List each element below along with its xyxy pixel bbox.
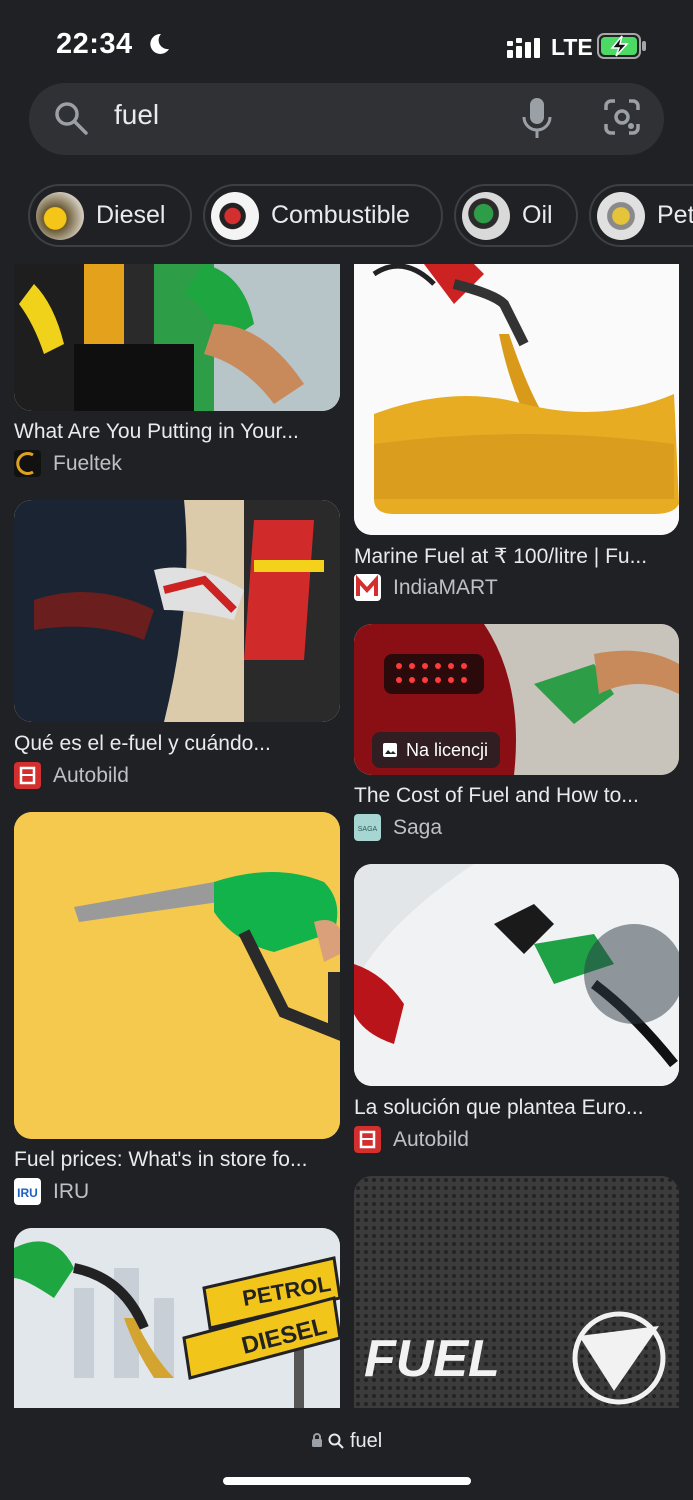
battery-charging-icon bbox=[597, 33, 646, 59]
result-card[interactable]: Marine Fuel at ₹ 100/litre | Fu... India… bbox=[354, 264, 679, 604]
result-image[interactable]: FUEL bbox=[354, 1176, 679, 1408]
source-name: IndiaMART bbox=[393, 575, 498, 599]
source-name: Autobild bbox=[393, 1127, 469, 1151]
badge-label: Na licencji bbox=[406, 739, 489, 760]
svg-text:IRU: IRU bbox=[17, 1186, 38, 1200]
result-source: Autobild bbox=[354, 1126, 469, 1153]
home-indicator[interactable] bbox=[223, 1477, 471, 1485]
source-name: Saga bbox=[393, 815, 443, 839]
moon-icon bbox=[150, 33, 169, 54]
chip-oil[interactable]: Oil bbox=[454, 184, 578, 247]
result-image[interactable] bbox=[354, 264, 679, 535]
svg-text:SAGA: SAGA bbox=[358, 826, 378, 833]
result-card[interactable]: Na licencji The Cost of Fuel and How to.… bbox=[354, 624, 679, 844]
search-icon bbox=[328, 1433, 345, 1449]
chip-label: Diesel bbox=[96, 201, 166, 229]
indiamart-logo-icon bbox=[354, 574, 381, 601]
result-source: Autobild bbox=[14, 762, 129, 789]
chip-thumbnail bbox=[211, 191, 259, 240]
url-display[interactable]: fuel bbox=[0, 1430, 693, 1453]
result-image[interactable]: Na licencji bbox=[354, 624, 679, 775]
result-source: SAGA Saga bbox=[354, 814, 442, 841]
url-text: fuel bbox=[349, 1430, 383, 1452]
result-image[interactable] bbox=[354, 864, 679, 1086]
fuel-logo-text: FUEL bbox=[364, 1330, 500, 1388]
chip-thumbnail bbox=[597, 191, 645, 240]
result-card[interactable]: Qué es el e-fuel y cuándo... Autobild bbox=[14, 500, 340, 790]
source-name: Autobild bbox=[53, 763, 129, 787]
signal-icon bbox=[507, 38, 540, 58]
result-title[interactable]: Marine Fuel at ₹ 100/litre | Fu... bbox=[354, 544, 679, 569]
result-card[interactable]: FUEL bbox=[354, 1176, 679, 1408]
status-bar: 22:34 LTE bbox=[0, 0, 693, 80]
result-image[interactable]: PETROL DIESEL bbox=[14, 1228, 340, 1408]
suggestion-chips: Diesel Combustible Oil Pet bbox=[0, 184, 693, 248]
fueltek-logo-icon bbox=[14, 450, 41, 477]
chip-label: Oil bbox=[522, 201, 553, 229]
result-title[interactable]: Qué es el e-fuel y cuándo... bbox=[14, 732, 340, 756]
image-icon bbox=[383, 743, 397, 757]
saga-logo-icon: SAGA bbox=[354, 814, 381, 841]
chip-thumbnail bbox=[462, 191, 510, 240]
status-time: 22:34 bbox=[56, 28, 133, 60]
chip-petrol[interactable]: Pet bbox=[589, 184, 693, 247]
result-card[interactable]: Fuel prices: What's in store fo... IRU I… bbox=[14, 812, 340, 1212]
result-title[interactable]: The Cost of Fuel and How to... bbox=[354, 784, 679, 808]
autobild-logo-icon bbox=[354, 1126, 381, 1153]
chip-label: Combustible bbox=[271, 201, 410, 229]
lock-icon bbox=[311, 1433, 322, 1447]
chip-label: Pet bbox=[657, 201, 693, 229]
source-name: Fueltek bbox=[53, 451, 122, 475]
result-image[interactable] bbox=[14, 812, 340, 1139]
result-image[interactable] bbox=[14, 500, 340, 722]
image-results-grid: What Are You Putting in Your... Fueltek … bbox=[0, 264, 693, 1408]
result-title[interactable]: Fuel prices: What's in store fo... bbox=[14, 1148, 340, 1172]
result-title[interactable]: La solución que plantea Euro... bbox=[354, 1096, 679, 1120]
chip-thumbnail bbox=[36, 191, 84, 240]
search-icon[interactable] bbox=[53, 100, 89, 136]
search-bar[interactable] bbox=[29, 83, 664, 155]
lens-icon[interactable] bbox=[603, 98, 641, 136]
network-type: LTE bbox=[551, 34, 593, 60]
result-card[interactable]: La solución que plantea Euro... Autobild bbox=[354, 864, 679, 1164]
chip-combustible[interactable]: Combustible bbox=[203, 184, 443, 247]
search-input[interactable] bbox=[114, 99, 494, 131]
chip-diesel[interactable]: Diesel bbox=[28, 184, 192, 247]
autobild-logo-icon bbox=[14, 762, 41, 789]
result-source: IRU IRU bbox=[14, 1178, 89, 1205]
result-source: IndiaMART bbox=[354, 574, 498, 601]
license-badge[interactable]: Na licencji bbox=[372, 732, 501, 768]
iru-logo-icon: IRU bbox=[14, 1178, 41, 1205]
result-image[interactable] bbox=[14, 264, 340, 411]
result-title[interactable]: What Are You Putting in Your... bbox=[14, 420, 340, 444]
source-name: IRU bbox=[53, 1179, 90, 1203]
result-card[interactable]: PETROL DIESEL bbox=[14, 1228, 340, 1408]
bottom-url-bar[interactable]: fuel bbox=[0, 1408, 693, 1500]
result-card[interactable]: What Are You Putting in Your... Fueltek bbox=[14, 264, 340, 484]
mic-icon[interactable] bbox=[519, 97, 555, 139]
result-source: Fueltek bbox=[14, 450, 122, 477]
